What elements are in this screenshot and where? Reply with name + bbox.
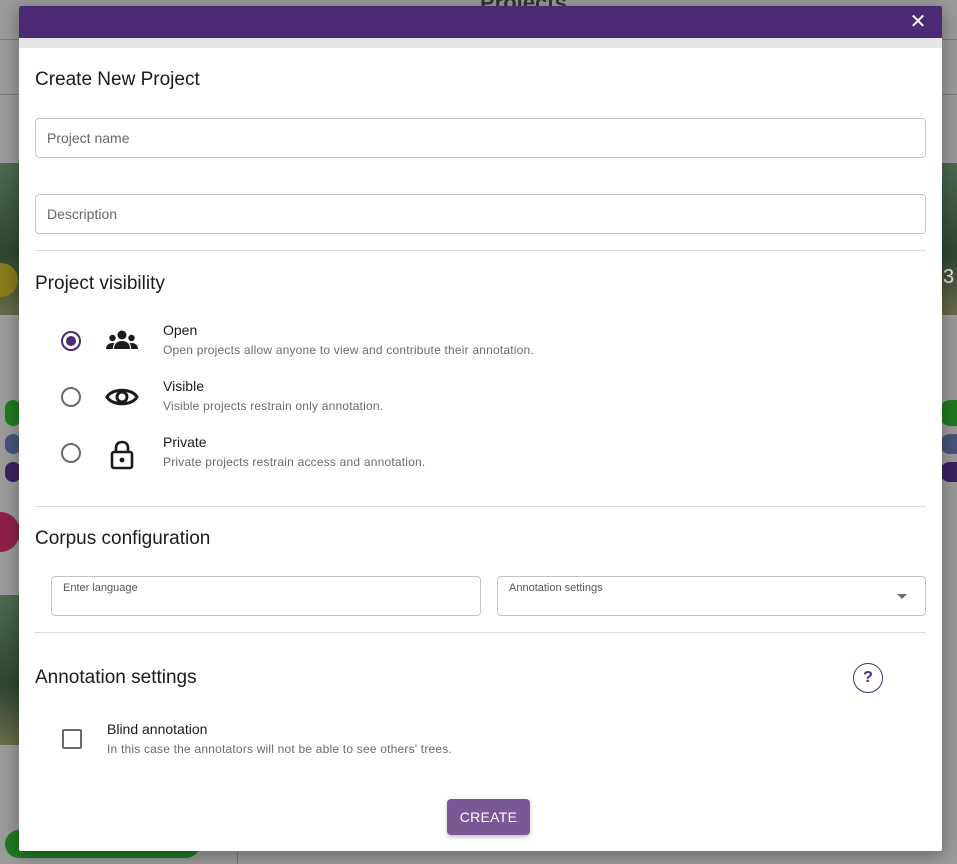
corpus-configuration-title: Corpus configuration (35, 528, 211, 549)
lock-icon (105, 439, 139, 470)
close-icon[interactable]: ✕ (908, 12, 928, 32)
visibility-description-private: Private projects restrain access and ann… (163, 455, 426, 469)
language-input-label: Enter language (63, 582, 138, 594)
background-chip (940, 462, 957, 482)
background-card-number: 3 (943, 266, 955, 288)
background-chip (940, 434, 957, 454)
blind-annotation-checkbox[interactable] (62, 729, 82, 749)
help-icon[interactable]: ? (853, 663, 883, 693)
eye-icon (105, 383, 139, 413)
blind-annotation-label: Blind annotation (107, 721, 208, 737)
create-project-dialog: ✕ Create New Project Project name Descri… (19, 6, 942, 851)
background-chip (940, 400, 957, 426)
project-name-placeholder: Project name (47, 130, 130, 146)
divider (35, 506, 926, 507)
description-placeholder: Description (47, 206, 118, 222)
chevron-down-icon[interactable] (897, 594, 907, 599)
project-visibility-title: Project visibility (35, 273, 165, 294)
corpus-configuration-fields: Enter language Annotation settings (35, 576, 926, 616)
visibility-option-private[interactable]: Private Private projects restrain access… (35, 427, 926, 483)
description-field[interactable]: Description (35, 194, 926, 234)
annotation-settings-title: Annotation settings (35, 667, 197, 688)
divider (35, 250, 926, 251)
visibility-label-private: Private (163, 434, 207, 450)
visibility-option-open[interactable]: Open Open projects allow anyone to view … (35, 315, 926, 371)
radio-private[interactable] (61, 443, 81, 463)
visibility-option-visible[interactable]: Visible Visible projects restrain only a… (35, 371, 926, 427)
create-button[interactable]: CREATE (447, 799, 530, 835)
background-chip (0, 512, 20, 552)
radio-visible[interactable] (61, 387, 81, 407)
visibility-description-visible: Visible projects restrain only annotatio… (163, 399, 384, 413)
divider (35, 632, 926, 633)
project-name-field[interactable]: Project name (35, 118, 926, 158)
language-input[interactable]: Enter language (51, 576, 481, 616)
background-card-image (0, 595, 20, 745)
blind-annotation-description: In this case the annotators will not be … (107, 742, 453, 756)
annotation-settings-select-label: Annotation settings (509, 582, 603, 594)
dialog-header-strip (19, 38, 942, 48)
annotation-settings-select[interactable]: Annotation settings (497, 576, 926, 616)
background-divider (237, 852, 238, 864)
group-icon (105, 327, 139, 357)
visibility-options: Open Open projects allow anyone to view … (35, 315, 926, 483)
radio-open[interactable] (61, 331, 81, 351)
background-card-image (941, 163, 957, 315)
visibility-description-open: Open projects allow anyone to view and c… (163, 343, 534, 357)
visibility-label-open: Open (163, 322, 198, 338)
dialog-top-bar: ✕ (19, 6, 942, 38)
visibility-label-visible: Visible (163, 378, 204, 394)
dialog-title: Create New Project (35, 69, 200, 90)
